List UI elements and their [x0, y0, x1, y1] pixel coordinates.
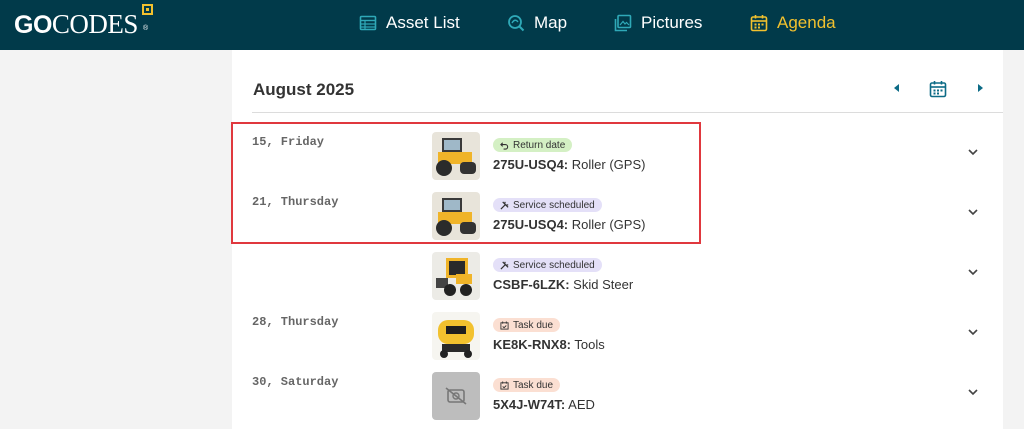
status-badge: Task due [493, 318, 561, 332]
badge-label: Task due [513, 319, 554, 331]
asset-name: AED [568, 397, 595, 412]
nav-agenda[interactable]: Agenda [750, 13, 836, 33]
highlight-box [231, 122, 701, 244]
logo-codes-text: CODES [51, 9, 139, 39]
nav-asset-list[interactable]: Asset List [359, 13, 460, 33]
day-label: 30, Saturday [252, 375, 339, 389]
logo-go-text: GO [14, 11, 52, 39]
event-title[interactable]: CSBF-6LZK: Skid Steer [493, 277, 633, 292]
task-icon [500, 380, 509, 390]
nav-agenda-label: Agenda [777, 13, 836, 32]
asset-name: Skid Steer [573, 277, 634, 292]
event-title[interactable]: 5X4J-W74T: AED [493, 397, 595, 412]
asset-id: 5X4J-W74T: [493, 397, 566, 412]
chevron-down-icon[interactable] [968, 147, 978, 157]
asset-id: CSBF-6LZK: [493, 277, 570, 292]
calendar-picker-icon[interactable] [929, 80, 947, 98]
nav-asset-list-label: Asset List [386, 13, 460, 32]
nav-map[interactable]: Map [507, 13, 567, 33]
header-divider [252, 112, 1003, 113]
nav-map-label: Map [534, 13, 568, 32]
next-month-button[interactable] [978, 84, 983, 92]
top-nav-bar: GOCODES ® Asset List Map Pictures Agenda [0, 0, 1024, 50]
asset-name: Tools [574, 337, 605, 352]
map-search-icon [508, 15, 525, 32]
asset-thumbnail-skid-steer[interactable] [432, 252, 480, 300]
wrench-icon [500, 260, 509, 270]
nav-pictures-label: Pictures [641, 13, 703, 32]
day-label: 28, Thursday [252, 315, 339, 329]
no-image-icon [445, 387, 467, 405]
badge-label: Service scheduled [513, 259, 595, 271]
status-badge: Task due [493, 378, 561, 392]
chevron-down-icon[interactable] [968, 207, 978, 217]
nav-pictures[interactable]: Pictures [614, 13, 702, 33]
event-title[interactable]: KE8K-RNX8: Tools [493, 337, 605, 352]
status-badge: Service scheduled [493, 258, 602, 272]
logo-mark-icon [142, 4, 153, 15]
asset-id: KE8K-RNX8: [493, 337, 572, 352]
gallery-icon [614, 14, 632, 32]
gocodes-logo[interactable]: GOCODES [14, 9, 138, 40]
month-title: August 2025 [253, 80, 355, 99]
chevron-down-icon[interactable] [968, 267, 978, 277]
chevron-down-icon[interactable] [968, 327, 978, 337]
badge-label: Task due [513, 379, 554, 391]
chevron-down-icon[interactable] [968, 387, 978, 397]
calendar-icon [750, 15, 768, 32]
no-image-thumbnail[interactable] [432, 372, 480, 420]
asset-thumbnail-compressor[interactable] [432, 312, 480, 360]
logo-registered-mark: ® [143, 25, 149, 32]
prev-month-button[interactable] [894, 84, 899, 92]
task-icon [500, 320, 509, 330]
table-icon [359, 15, 377, 31]
